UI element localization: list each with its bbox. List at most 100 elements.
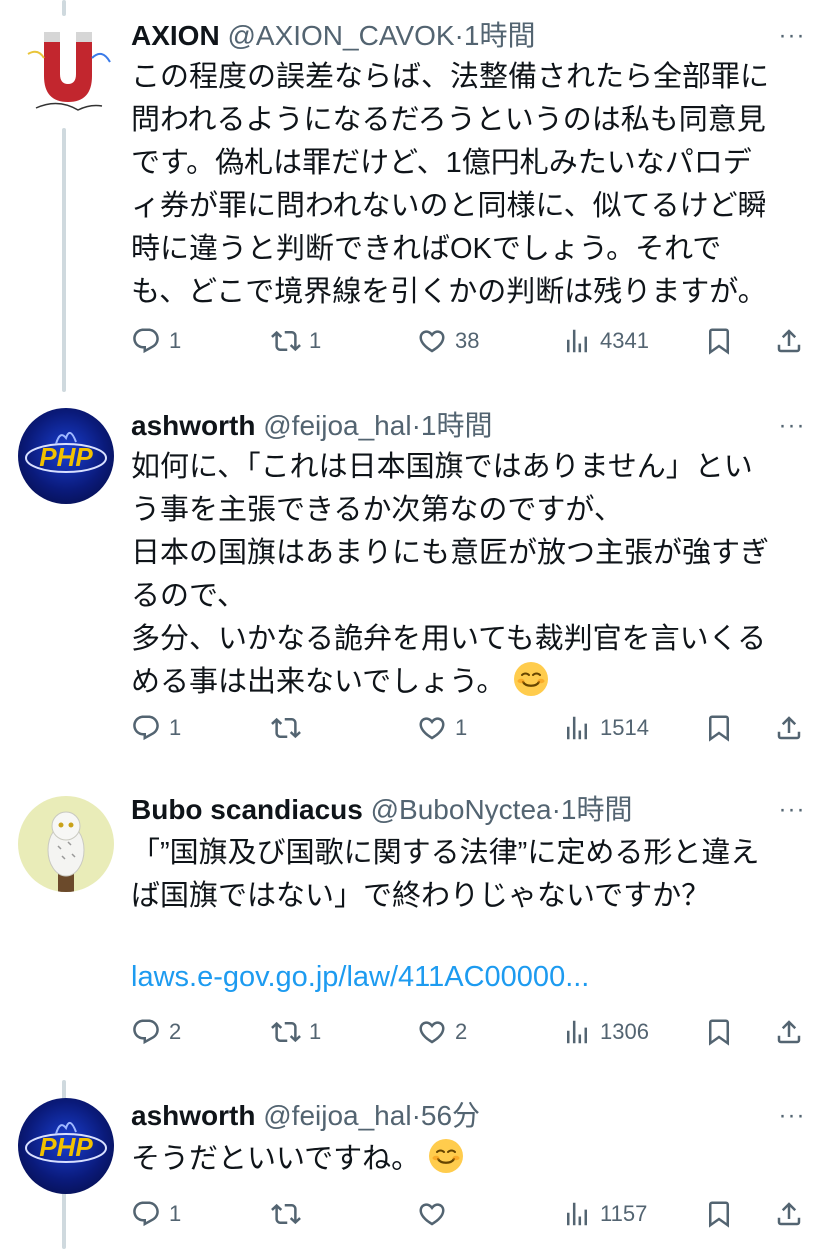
separator-dot: · — [454, 20, 464, 51]
like-button[interactable]: 1 — [417, 708, 467, 748]
avatar[interactable] — [18, 796, 114, 892]
handle[interactable]: @AXION_CAVOK — [227, 20, 454, 51]
reply-count: 1 — [169, 1201, 182, 1226]
more-options-icon[interactable]: ··· — [778, 22, 806, 50]
view-count: 4341 — [600, 328, 649, 353]
retweet-button[interactable]: 1 — [271, 321, 321, 361]
bookmark-button[interactable] — [704, 1012, 734, 1052]
share-button[interactable] — [774, 1012, 804, 1052]
tweet-text: そうだといいですね。 — [131, 1138, 798, 1181]
tweet[interactable]: PHP ashworth @feijoa_hal·1時間 ··· 如何に、「これ… — [0, 390, 828, 780]
views-button[interactable]: 1157 — [562, 1194, 647, 1234]
bookmark-button[interactable] — [704, 708, 734, 748]
display-name[interactable]: ashworth — [131, 1100, 255, 1131]
like-button[interactable] — [417, 1194, 455, 1234]
smiling-face-emoji-icon — [513, 661, 549, 697]
views-button[interactable]: 1306 — [562, 1012, 649, 1052]
retweet-icon — [271, 326, 301, 356]
handle[interactable]: @feijoa_hal — [263, 410, 411, 441]
more-options-icon[interactable]: ··· — [778, 1102, 806, 1130]
tweet-header: Bubo scandiacus @BuboNyctea·1時間 — [131, 790, 768, 830]
tweet-text: 「”国旗及び国歌に関する法律”に定める形と違え ば国旗ではない」で終わりじゃない… — [131, 832, 798, 918]
share-icon — [774, 713, 804, 743]
tweet-text-line: ば国旗ではない」で終わりじゃないですか？ — [131, 880, 711, 912]
tweet-actions: 1 1 38 4341 — [131, 321, 808, 361]
tweet-text-line: 時に違うと判断できればOKでしょう。それで — [131, 233, 722, 265]
reply-button[interactable]: 1 — [131, 321, 181, 361]
php-logo-icon: PHP — [25, 1121, 107, 1163]
bookmark-button[interactable] — [704, 1194, 734, 1234]
bookmark-icon — [704, 1017, 734, 1047]
bookmark-icon — [704, 326, 734, 356]
link-container: laws.e-gov.go.jp/law/411AC00000... — [131, 956, 798, 999]
tweet-text-line: そうだといいですね。 — [131, 1138, 798, 1181]
timestamp[interactable]: 1時間 — [464, 20, 536, 51]
svg-text:PHP: PHP — [39, 442, 93, 472]
reply-button[interactable]: 2 — [131, 1012, 181, 1052]
bookmark-icon — [704, 1199, 734, 1229]
reply-icon — [131, 326, 161, 356]
tweet-actions: 1 1 1514 — [131, 708, 808, 748]
retweet-icon — [271, 713, 301, 743]
tweet-link[interactable]: laws.e-gov.go.jp/law/411AC00000... — [131, 961, 589, 993]
share-button[interactable] — [774, 321, 804, 361]
separator-dot: · — [411, 1100, 421, 1131]
views-chart-icon — [562, 1017, 592, 1047]
views-button[interactable]: 1514 — [562, 708, 649, 748]
views-button[interactable]: 4341 — [562, 321, 649, 361]
display-name[interactable]: ashworth — [131, 410, 255, 441]
view-count: 1514 — [600, 715, 649, 740]
reply-count: 1 — [169, 715, 182, 740]
avatar[interactable]: PHP — [18, 408, 114, 504]
like-button[interactable]: 2 — [417, 1012, 467, 1052]
like-count: 2 — [455, 1019, 468, 1044]
retweet-button[interactable] — [271, 708, 309, 748]
views-chart-icon — [562, 1199, 592, 1229]
timestamp[interactable]: 56分 — [421, 1100, 480, 1131]
reply-count: 1 — [169, 328, 182, 353]
share-button[interactable] — [774, 1194, 804, 1234]
tweet-text-line: う事を主張できるか次第なのですが、 — [131, 494, 623, 526]
retweet-button[interactable]: 1 — [271, 1012, 321, 1052]
handle[interactable]: @BuboNyctea — [371, 794, 552, 825]
retweet-count: 1 — [309, 328, 322, 353]
reply-button[interactable]: 1 — [131, 708, 181, 748]
display-name[interactable]: AXION — [131, 20, 220, 51]
timestamp[interactable]: 1時間 — [561, 794, 633, 825]
heart-icon — [417, 713, 447, 743]
like-count: 38 — [455, 328, 480, 353]
retweet-button[interactable] — [271, 1194, 309, 1234]
tweet[interactable]: PHP ashworth @feijoa_hal·56分 ··· そうだといいで… — [0, 1080, 828, 1249]
tweet-header: ashworth @feijoa_hal·56分 — [131, 1096, 768, 1136]
heart-icon — [417, 1199, 447, 1229]
views-chart-icon — [562, 713, 592, 743]
bookmark-button[interactable] — [704, 321, 734, 361]
heart-icon — [417, 326, 447, 356]
avatar[interactable] — [18, 18, 114, 114]
tweet-header: ashworth @feijoa_hal·1時間 — [131, 406, 768, 446]
tweet[interactable]: AXION @AXION_CAVOK·1時間 ··· この程度の誤差ならば、法整… — [0, 0, 828, 390]
like-count: 1 — [455, 715, 468, 740]
more-options-icon[interactable]: ··· — [778, 796, 806, 824]
share-button[interactable] — [774, 708, 804, 748]
tweet[interactable]: Bubo scandiacus @BuboNyctea·1時間 ··· 「”国旗… — [0, 780, 828, 1080]
tweet-actions: 1 1157 — [131, 1194, 808, 1234]
tweet-text-line: 問われるようになるだろうというのは私も同意見 — [131, 104, 766, 136]
reply-icon — [131, 1199, 161, 1229]
like-button[interactable]: 38 — [417, 321, 479, 361]
timestamp[interactable]: 1時間 — [421, 410, 493, 441]
tweet-text-line: も、どこで境界線を引くかの判断は残りますが。 — [131, 276, 767, 308]
php-logo-icon: PHP — [25, 431, 107, 473]
more-options-icon[interactable]: ··· — [778, 412, 806, 440]
display-name[interactable]: Bubo scandiacus — [131, 794, 363, 825]
share-icon — [774, 1199, 804, 1229]
reply-button[interactable]: 1 — [131, 1194, 181, 1234]
handle[interactable]: @feijoa_hal — [263, 1100, 411, 1131]
separator-dot: · — [551, 794, 561, 825]
tweet-text-line: める事は出来ないでしょう。 — [131, 661, 798, 704]
smiling-face-emoji-icon — [428, 1138, 464, 1174]
avatar[interactable]: PHP — [18, 1098, 114, 1194]
view-count: 1306 — [600, 1019, 649, 1044]
retweet-count: 1 — [309, 1019, 322, 1044]
tweet-text-line: ィ券が罪に問われないのと同様に、似てるけど瞬 — [131, 190, 767, 222]
